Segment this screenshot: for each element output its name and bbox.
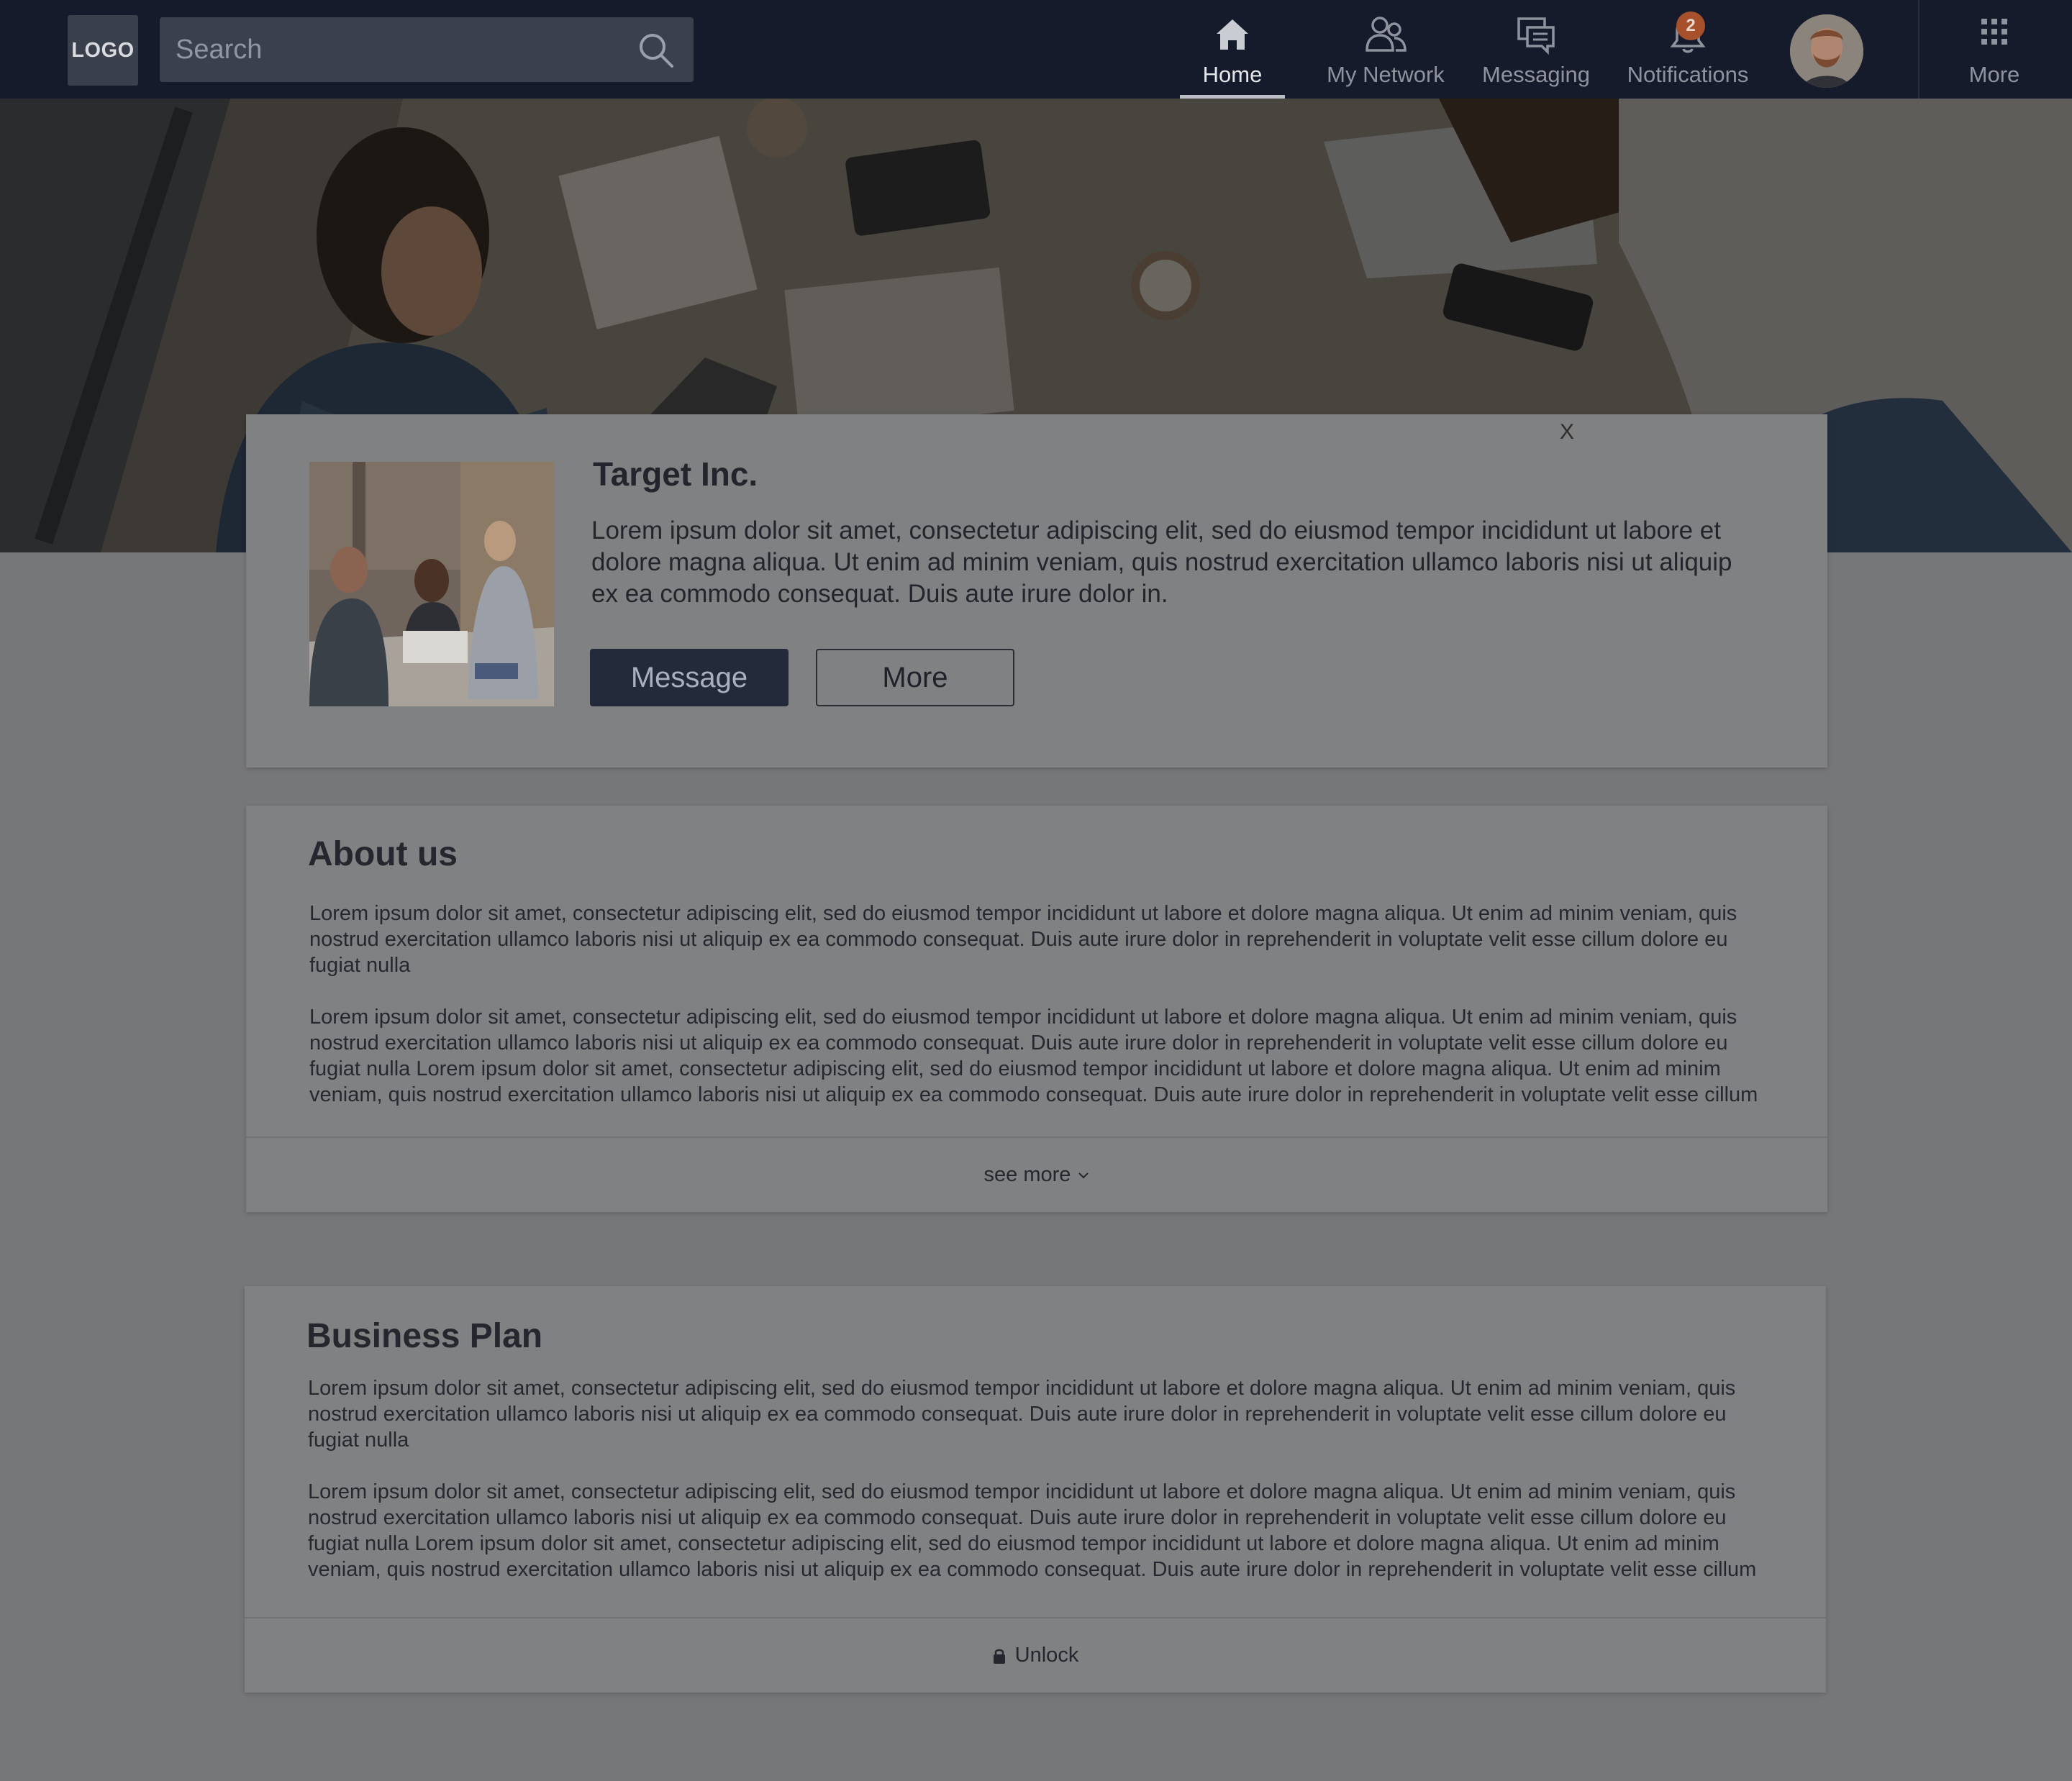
unlock-label: Unlock (1014, 1644, 1079, 1667)
lock-icon (993, 1649, 1005, 1664)
paragraph: Lorem ipsum dolor sit amet, consectetur … (308, 1377, 1736, 1452)
nav-item-notifications[interactable]: 2 Notifications (1625, 12, 1751, 99)
nav-item-label: Notifications (1627, 62, 1749, 87)
home-icon (1217, 19, 1248, 50)
section-title: About us (308, 835, 458, 873)
paragraph: Lorem ipsum dolor sit amet, consectetur … (308, 1480, 1757, 1581)
chevron-down-icon (1078, 1172, 1089, 1178)
close-icon[interactable]: X (1560, 420, 1574, 445)
company-description: Lorem ipsum dolor sit amet, consectetur … (591, 516, 1732, 608)
paragraph: Lorem ipsum dolor sit amet, consectetur … (309, 902, 1737, 977)
nav-item-my-network[interactable]: My Network (1324, 14, 1448, 99)
active-tab-indicator (1180, 95, 1285, 99)
logo[interactable]: LOGO (68, 15, 138, 86)
nav-item-label: Messaging (1482, 62, 1590, 87)
message-button[interactable]: Message (590, 649, 789, 706)
business-plan-section: Business Plan Lorem ipsum dolor sit amet… (245, 1286, 1826, 1693)
messaging-icon (1517, 17, 1555, 55)
user-avatar[interactable] (1790, 14, 1863, 88)
avatar-image (1790, 14, 1863, 88)
nav-item-label: More (1968, 62, 2020, 87)
about-us-section: About us Lorem ipsum dolor sit amet, con… (246, 806, 1827, 1212)
nav-item-label: My Network (1327, 62, 1445, 87)
nav-item-messaging[interactable]: Messaging (1482, 14, 1590, 99)
company-photo (309, 462, 554, 706)
section-title: Business Plan (306, 1317, 543, 1355)
nav-divider (1918, 0, 1919, 99)
nav-item-more[interactable]: More (1958, 14, 2030, 99)
nav-item-home[interactable]: Home (1180, 14, 1285, 99)
company-name: Target Inc. (593, 455, 758, 493)
search-box[interactable] (160, 17, 694, 82)
grid-menu-icon (1981, 19, 2007, 45)
search-input[interactable] (160, 17, 694, 82)
nav-item-label: Home (1202, 62, 1263, 87)
more-button[interactable]: More (816, 649, 1014, 706)
search-icon[interactable] (637, 32, 675, 69)
network-icon (1366, 17, 1407, 52)
company-profile-card: Target Inc. Lorem ipsum dolor sit amet, … (246, 414, 1827, 767)
unlock-button[interactable]: Unlock (245, 1617, 1826, 1693)
notification-badge: 2 (1676, 12, 1705, 40)
see-more-label: see more (983, 1163, 1071, 1186)
see-more-button[interactable]: see more (246, 1137, 1827, 1212)
paragraph: Lorem ipsum dolor sit amet, consectetur … (309, 1006, 1758, 1106)
top-nav-bar: LOGO Home My Network Messag (0, 0, 2072, 99)
